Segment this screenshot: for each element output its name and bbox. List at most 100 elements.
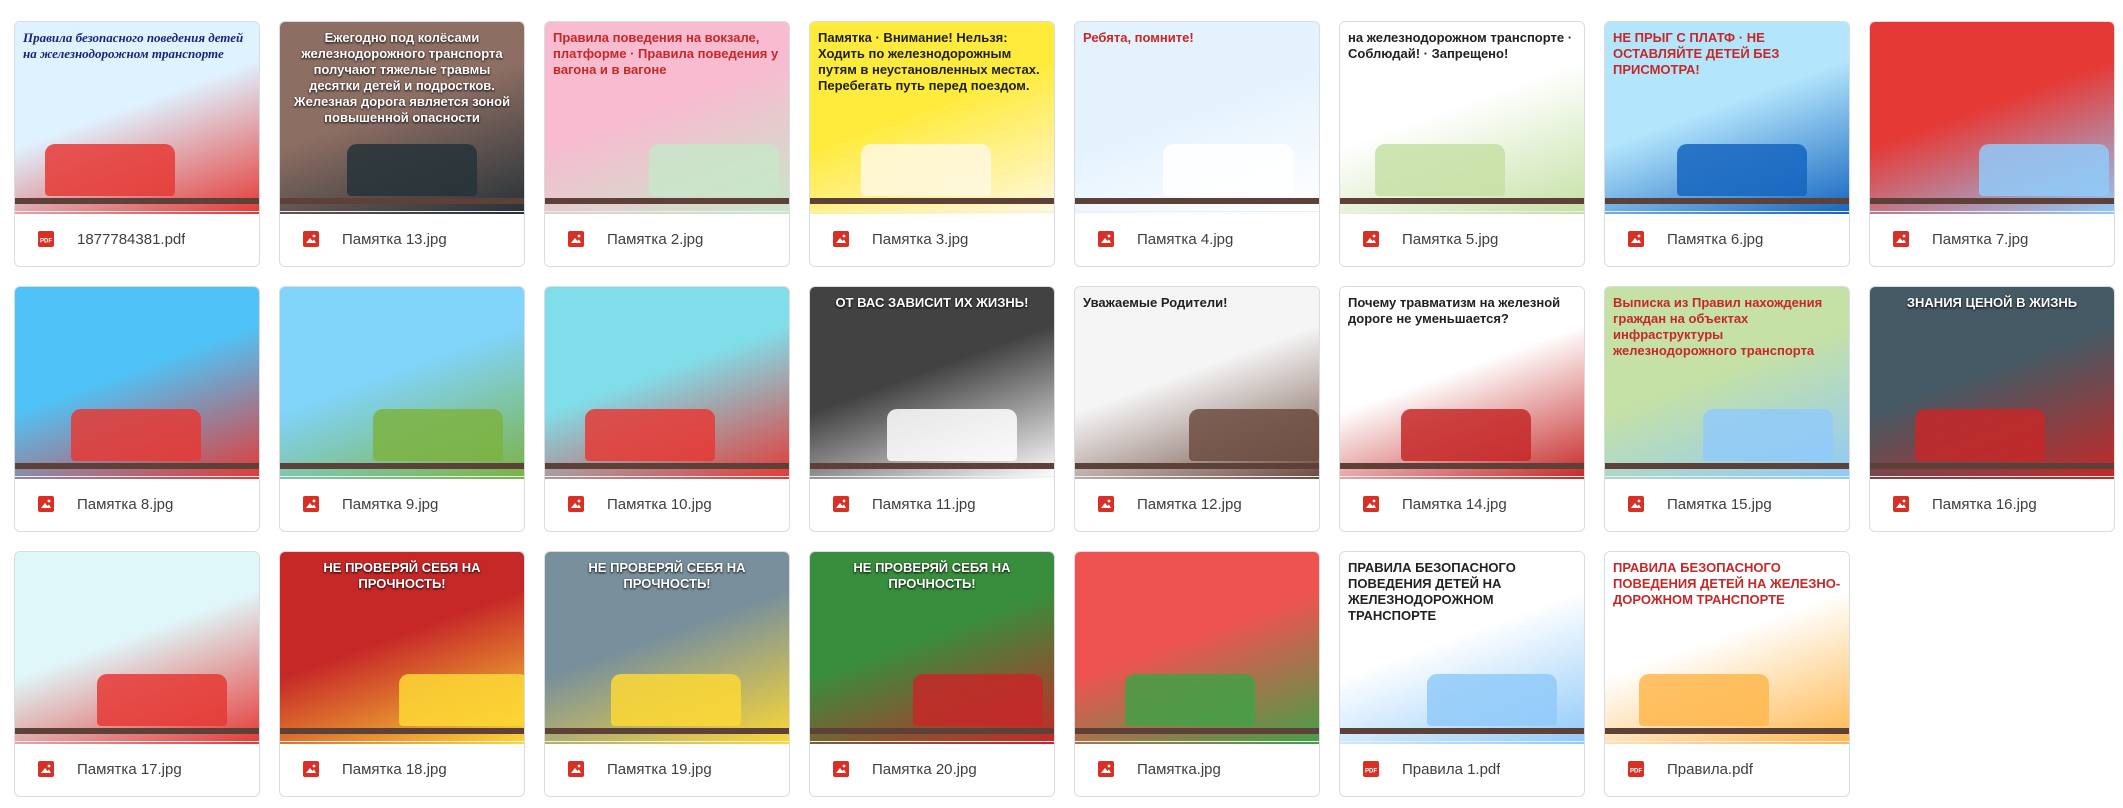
- file-card[interactable]: Памятка · Внимание! Нельзя: Ходить по же…: [809, 21, 1055, 267]
- file-thumbnail[interactable]: НЕ ПРОВЕРЯЙ СЕБЯ НА ПРОЧНОСТЬ!: [810, 552, 1054, 744]
- file-thumbnail[interactable]: Ребята, помните!: [1075, 22, 1319, 214]
- pdf-file-icon: PDF: [1362, 760, 1380, 778]
- file-footer[interactable]: Памятка 5.jpg: [1340, 211, 1584, 266]
- file-card[interactable]: ЗНАНИЯ ЦЕНОЙ В ЖИЗНЬ Памятка 16.jpg: [1869, 286, 2115, 532]
- file-card[interactable]: Правила поведения на вокзале, платформе …: [544, 21, 790, 267]
- thumbnail-text: Правила безопасного поведения детей на ж…: [23, 30, 244, 61]
- train-illustration: [1427, 674, 1557, 726]
- thumbnail-text: Ежегодно под колёсами железнодорожного т…: [293, 30, 511, 125]
- rail-track: [1340, 198, 1584, 204]
- file-footer[interactable]: Памятка 10.jpg: [545, 476, 789, 531]
- file-card[interactable]: Выписка из Правил нахождения граждан на …: [1604, 286, 1850, 532]
- file-footer[interactable]: Памятка 17.jpg: [15, 741, 259, 796]
- file-thumbnail[interactable]: Выписка из Правил нахождения граждан на …: [1605, 287, 1849, 479]
- thumbnail-text: Ребята, помните!: [1083, 30, 1194, 45]
- file-thumbnail[interactable]: ПРАВИЛА БЕЗОПАСНОГО ПОВЕДЕНИЯ ДЕТЕЙ НА Ж…: [1605, 552, 1849, 744]
- file-card[interactable]: Ежегодно под колёсами железнодорожного т…: [279, 21, 525, 267]
- file-footer[interactable]: Памятка 18.jpg: [280, 741, 524, 796]
- train-illustration: [1639, 674, 1769, 726]
- file-footer[interactable]: Памятка 2.jpg: [545, 211, 789, 266]
- file-footer[interactable]: Памятка 19.jpg: [545, 741, 789, 796]
- file-card[interactable]: ОТ ВАС ЗАВИСИТ ИХ ЖИЗНЬ! Памятка 11.jpg: [809, 286, 1055, 532]
- thumbnail-text: НЕ ПРЫГ С ПЛАТФ · НЕ ОСТАВЛЯЙТЕ ДЕТЕЙ БЕ…: [1613, 30, 1780, 77]
- file-thumbnail[interactable]: на железнодорожном транспорте · Соблюдай…: [1340, 22, 1584, 214]
- file-footer[interactable]: Памятка 16.jpg: [1870, 476, 2114, 531]
- file-thumbnail[interactable]: Памятка · Внимание! Нельзя: Ходить по же…: [810, 22, 1054, 214]
- file-card[interactable]: НЕ ПРЫГ С ПЛАТФ · НЕ ОСТАВЛЯЙТЕ ДЕТЕЙ БЕ…: [1604, 21, 1850, 267]
- file-footer[interactable]: Памятка 11.jpg: [810, 476, 1054, 531]
- rail-track: [545, 728, 789, 734]
- file-footer[interactable]: PDF Правила 1.pdf: [1340, 741, 1584, 796]
- image-file-icon: [1627, 230, 1645, 248]
- file-thumbnail[interactable]: Ежегодно под колёсами железнодорожного т…: [280, 22, 524, 214]
- file-thumbnail[interactable]: Правила поведения на вокзале, платформе …: [545, 22, 789, 214]
- file-thumbnail[interactable]: [15, 287, 259, 479]
- file-footer[interactable]: Памятка 8.jpg: [15, 476, 259, 531]
- file-footer[interactable]: Памятка 15.jpg: [1605, 476, 1849, 531]
- file-thumbnail[interactable]: НЕ ПРОВЕРЯЙ СЕБЯ НА ПРОЧНОСТЬ!: [545, 552, 789, 744]
- file-thumbnail[interactable]: ЗНАНИЯ ЦЕНОЙ В ЖИЗНЬ: [1870, 287, 2114, 479]
- rail-track: [810, 728, 1054, 734]
- train-illustration: [585, 409, 715, 461]
- file-footer[interactable]: Памятка 13.jpg: [280, 211, 524, 266]
- file-thumbnail[interactable]: Уважаемые Родители!: [1075, 287, 1319, 479]
- file-name: Памятка 3.jpg: [872, 230, 969, 248]
- file-card[interactable]: НЕ ПРОВЕРЯЙ СЕБЯ НА ПРОЧНОСТЬ! Памятка 18…: [279, 551, 525, 797]
- file-footer[interactable]: PDF 1877784381.pdf: [15, 211, 259, 266]
- file-name: 1877784381.pdf: [77, 230, 186, 248]
- file-thumbnail[interactable]: [280, 287, 524, 479]
- file-thumbnail[interactable]: НЕ ПРЫГ С ПЛАТФ · НЕ ОСТАВЛЯЙТЕ ДЕТЕЙ БЕ…: [1605, 22, 1849, 214]
- file-footer[interactable]: PDF Правила.pdf: [1605, 741, 1849, 796]
- file-footer[interactable]: Памятка 12.jpg: [1075, 476, 1319, 531]
- file-footer[interactable]: Памятка 3.jpg: [810, 211, 1054, 266]
- file-thumbnail[interactable]: [15, 552, 259, 744]
- rail-track: [1340, 463, 1584, 469]
- file-footer[interactable]: Памятка.jpg: [1075, 741, 1319, 796]
- svg-text:PDF: PDF: [1630, 769, 1642, 775]
- file-name: Памятка 17.jpg: [77, 760, 182, 778]
- file-thumbnail[interactable]: НЕ ПРОВЕРЯЙ СЕБЯ НА ПРОЧНОСТЬ!: [280, 552, 524, 744]
- rail-track: [1605, 728, 1849, 734]
- file-footer[interactable]: Памятка 7.jpg: [1870, 211, 2114, 266]
- file-card[interactable]: ПРАВИЛА БЕЗОПАСНОГО ПОВЕДЕНИЯ ДЕТЕЙ НА Ж…: [1604, 551, 1850, 797]
- file-card[interactable]: Уважаемые Родители! Памятка 12.jpg: [1074, 286, 1320, 532]
- file-thumbnail[interactable]: Почему травматизм на железной дороге не …: [1340, 287, 1584, 479]
- file-card[interactable]: Памятка 10.jpg: [544, 286, 790, 532]
- file-card[interactable]: Правила безопасного поведения детей на ж…: [14, 21, 260, 267]
- image-file-icon: [1097, 230, 1115, 248]
- image-file-icon: [37, 760, 55, 778]
- file-card[interactable]: Памятка 7.jpg: [1869, 21, 2115, 267]
- file-thumbnail[interactable]: [1075, 552, 1319, 744]
- rail-track: [1870, 198, 2114, 204]
- file-thumbnail[interactable]: [545, 287, 789, 479]
- file-card[interactable]: Почему травматизм на железной дороге не …: [1339, 286, 1585, 532]
- file-card[interactable]: Памятка 9.jpg: [279, 286, 525, 532]
- file-card[interactable]: Ребята, помните! Памятка 4.jpg: [1074, 21, 1320, 267]
- file-card[interactable]: Памятка 17.jpg: [14, 551, 260, 797]
- file-card[interactable]: Памятка.jpg: [1074, 551, 1320, 797]
- train-illustration: [1163, 144, 1293, 196]
- file-card[interactable]: НЕ ПРОВЕРЯЙ СЕБЯ НА ПРОЧНОСТЬ! Памятка 19…: [544, 551, 790, 797]
- train-illustration: [1125, 674, 1255, 726]
- file-footer[interactable]: Памятка 20.jpg: [810, 741, 1054, 796]
- file-footer[interactable]: Памятка 4.jpg: [1075, 211, 1319, 266]
- file-card[interactable]: НЕ ПРОВЕРЯЙ СЕБЯ НА ПРОЧНОСТЬ! Памятка 20…: [809, 551, 1055, 797]
- file-card[interactable]: ПРАВИЛА БЕЗОПАСНОГО ПОВЕДЕНИЯ ДЕТЕЙ НА Ж…: [1339, 551, 1585, 797]
- file-thumbnail[interactable]: [1870, 22, 2114, 214]
- file-name: Памятка 14.jpg: [1402, 495, 1507, 513]
- train-illustration: [1677, 144, 1807, 196]
- file-footer[interactable]: Памятка 6.jpg: [1605, 211, 1849, 266]
- file-card[interactable]: на железнодорожном транспорте · Соблюдай…: [1339, 21, 1585, 267]
- file-thumbnail[interactable]: ОТ ВАС ЗАВИСИТ ИХ ЖИЗНЬ!: [810, 287, 1054, 479]
- file-thumbnail[interactable]: Правила безопасного поведения детей на ж…: [15, 22, 259, 214]
- image-file-icon: [302, 230, 320, 248]
- file-footer[interactable]: Памятка 14.jpg: [1340, 476, 1584, 531]
- image-file-icon: [567, 495, 585, 513]
- file-card[interactable]: Памятка 8.jpg: [14, 286, 260, 532]
- train-illustration: [347, 144, 477, 196]
- thumbnail-text: Почему травматизм на железной дороге не …: [1348, 295, 1561, 326]
- image-file-icon: [1362, 495, 1380, 513]
- rail-track: [545, 198, 789, 204]
- file-thumbnail[interactable]: ПРАВИЛА БЕЗОПАСНОГО ПОВЕДЕНИЯ ДЕТЕЙ НА Ж…: [1340, 552, 1584, 744]
- file-footer[interactable]: Памятка 9.jpg: [280, 476, 524, 531]
